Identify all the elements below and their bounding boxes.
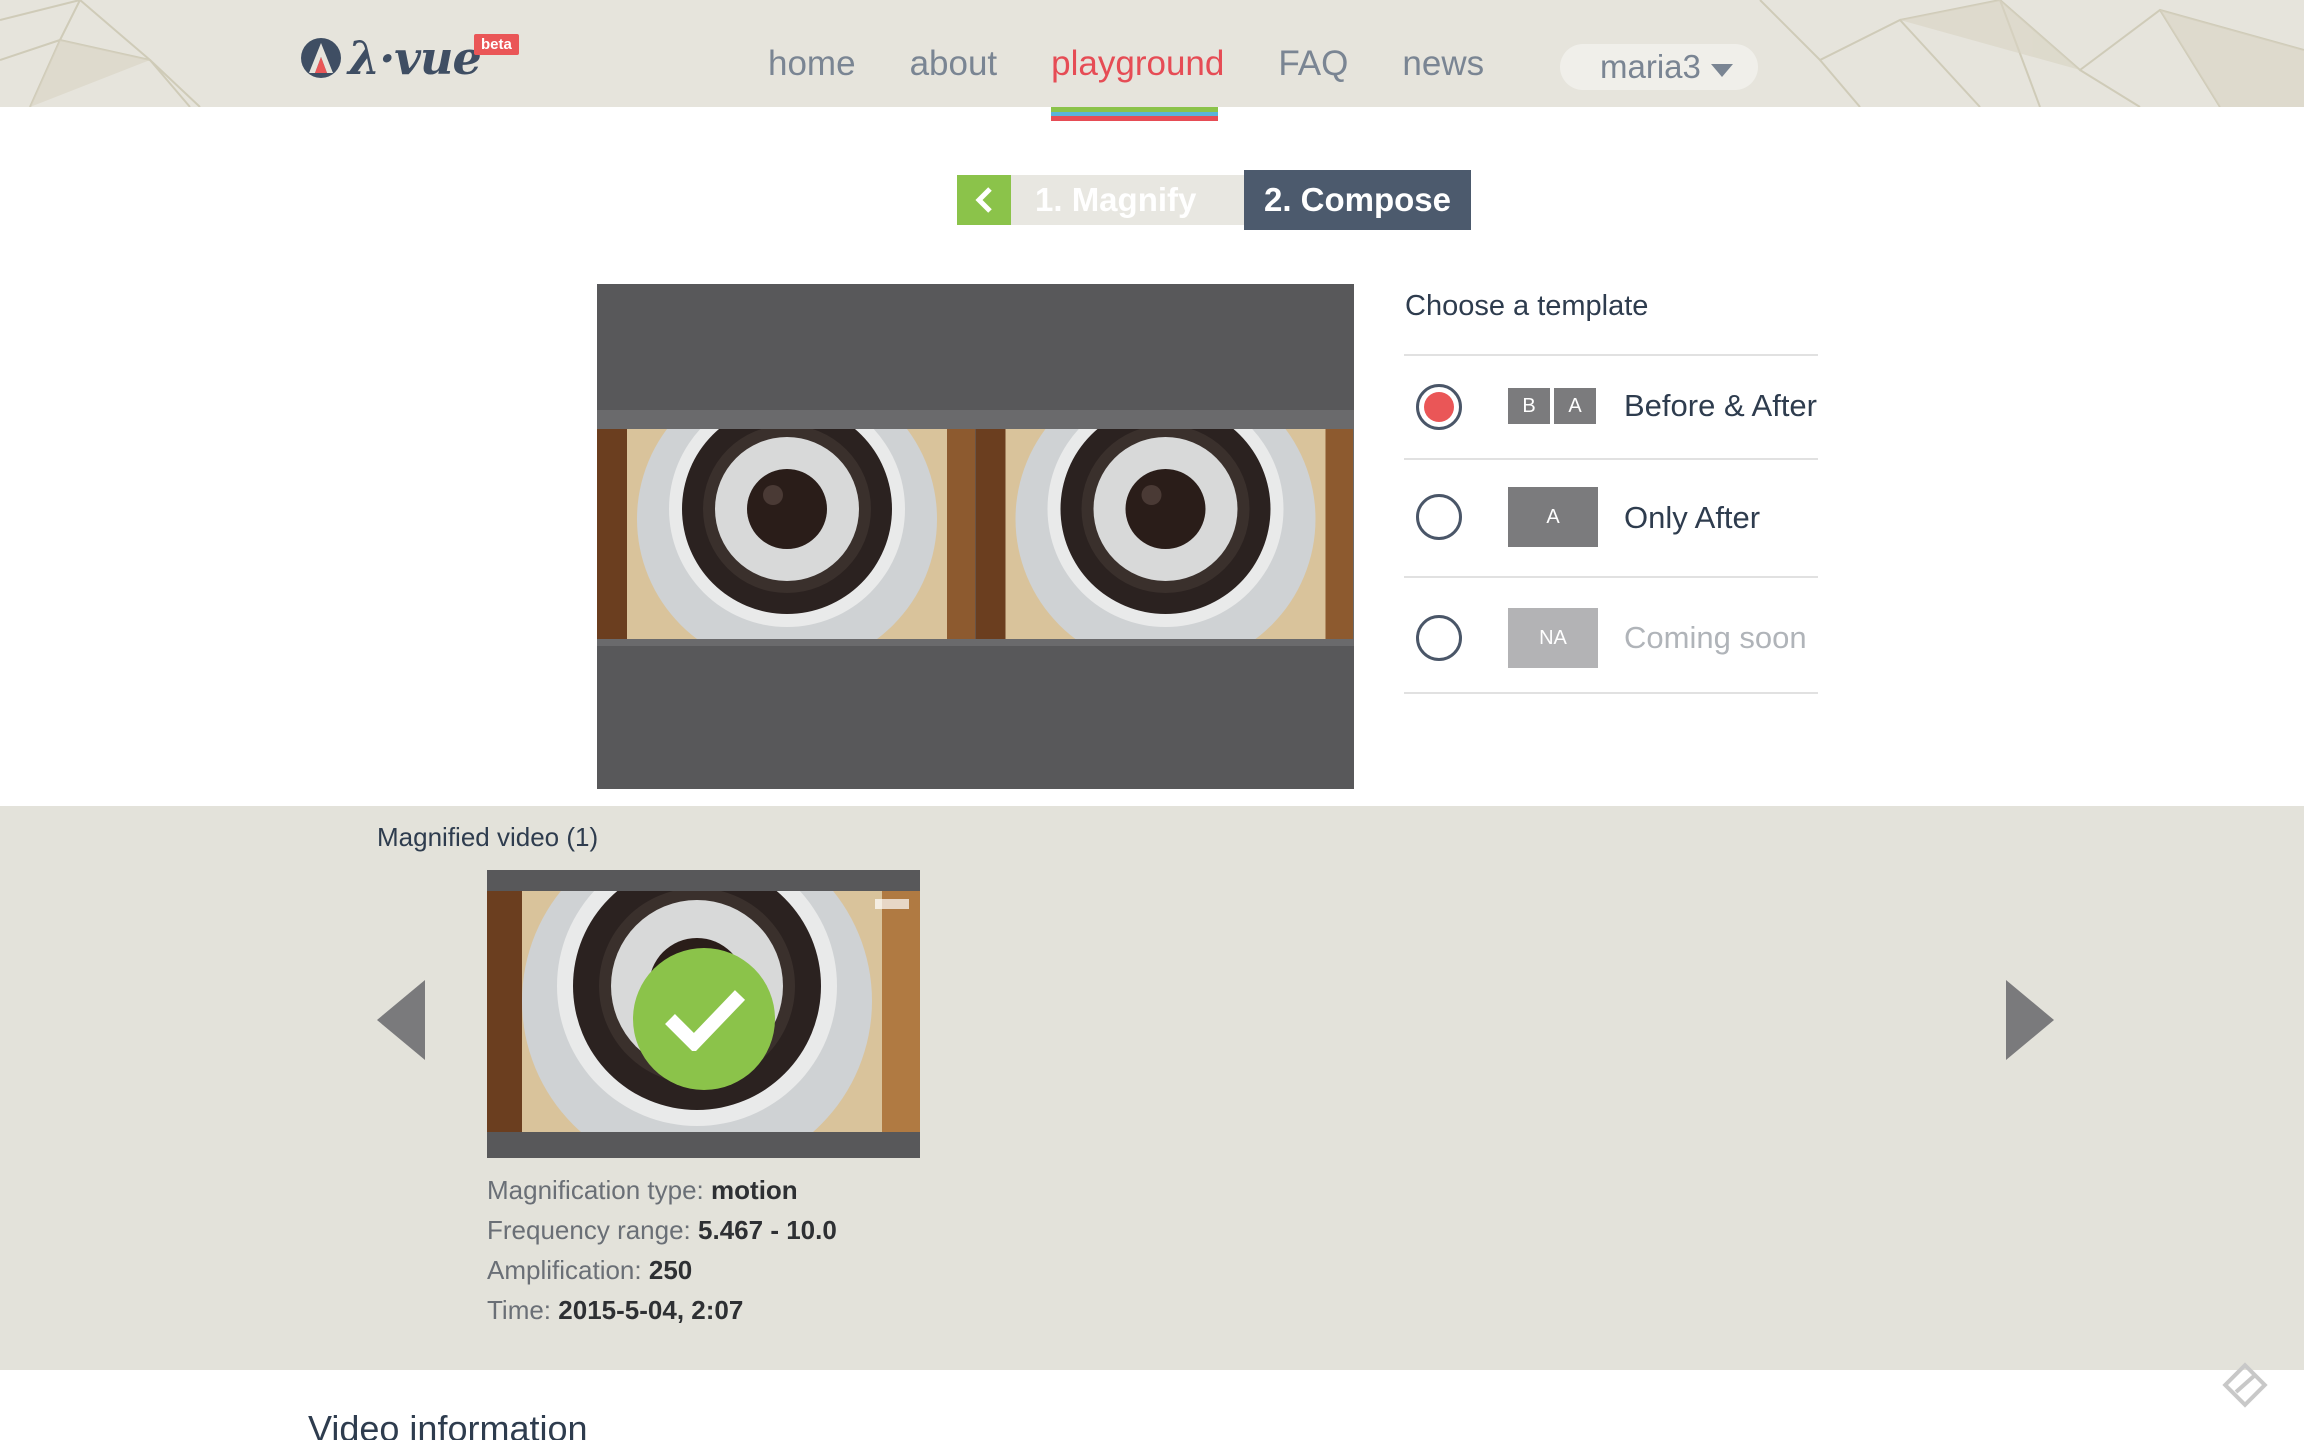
template-heading: Choose a template [1405,290,1649,322]
video-thumbnail[interactable] [487,870,920,1158]
composition-preview [597,284,1354,789]
magnification-type: Magnification type: motion [487,1175,798,1205]
username: maria3 [1600,48,1701,85]
icon-na: NA [1508,608,1598,668]
before-after-template-icon: B A [1508,388,1596,424]
gallery-next-arrow-icon[interactable] [2006,980,2054,1060]
after-video-frame [975,429,1353,639]
active-tab-underline [1051,107,1218,124]
nav-faq[interactable]: FAQ [1278,44,1348,84]
brand-logo[interactable]: λ·vue beta [300,30,519,86]
logo-mark-icon [301,38,341,78]
template-list: B A Before & After A Only After NA Comin… [1404,354,1818,694]
brand-name: λ·vue [348,31,482,85]
video-information-heading: Video information [308,1408,588,1440]
before-video-frame [597,429,975,639]
nav-about[interactable]: about [910,44,998,84]
chevron-left-icon [975,187,992,213]
top-header: λ·vue beta home about playground FAQ new… [0,0,2304,107]
timestamp: Time: 2015-5-04, 2:07 [487,1295,744,1325]
icon-b: B [1508,388,1550,424]
nav-playground[interactable]: playground [1051,44,1224,84]
icon-a: A [1508,487,1598,547]
frequency-range: Frequency range: 5.467 - 10.0 [487,1215,837,1245]
template-label: Coming soon [1624,620,1807,655]
icon-a: A [1554,388,1596,424]
magnified-video-gallery: Magnified video (1) Magnification type: … [0,806,2304,1370]
amplification: Amplification: 250 [487,1255,693,1285]
template-option-before-after[interactable]: B A Before & After [1404,354,1818,458]
nav-playground-label: playground [1051,44,1225,83]
back-step-button[interactable] [957,175,1011,225]
feedback-icon[interactable] [2222,1362,2268,1408]
gallery-title: Magnified video (1) [377,822,599,852]
template-label: Only After [1624,500,1761,535]
template-label: Before & After [1624,388,1817,423]
only-after-template-icon: A [1508,487,1598,547]
video-details: Magnification type: motion Frequency ran… [487,1170,837,1330]
speaker-image [975,429,1353,639]
nav-home[interactable]: home [768,44,856,84]
beta-badge: beta [474,34,519,55]
compose-steps: 1. Magnify 2. Compose [957,170,1471,230]
user-menu[interactable]: maria3 [1560,44,1758,90]
selected-check-icon [633,948,775,1090]
nav-news[interactable]: news [1402,44,1484,84]
template-option-coming-soon[interactable]: NA Coming soon [1404,576,1818,694]
radio-only-after[interactable] [1416,494,1462,540]
step-magnify[interactable]: 1. Magnify [1011,175,1244,225]
radio-coming-soon[interactable] [1416,615,1462,661]
chevron-down-icon [1710,63,1733,77]
radio-before-after[interactable] [1416,384,1462,430]
speaker-image [597,429,975,639]
step-compose: 2. Compose [1244,170,1471,230]
main-nav: home about playground FAQ news [768,44,1538,84]
coming-soon-template-icon: NA [1508,608,1598,668]
gallery-prev-arrow-icon[interactable] [377,980,425,1060]
template-option-only-after[interactable]: A Only After [1404,458,1818,576]
